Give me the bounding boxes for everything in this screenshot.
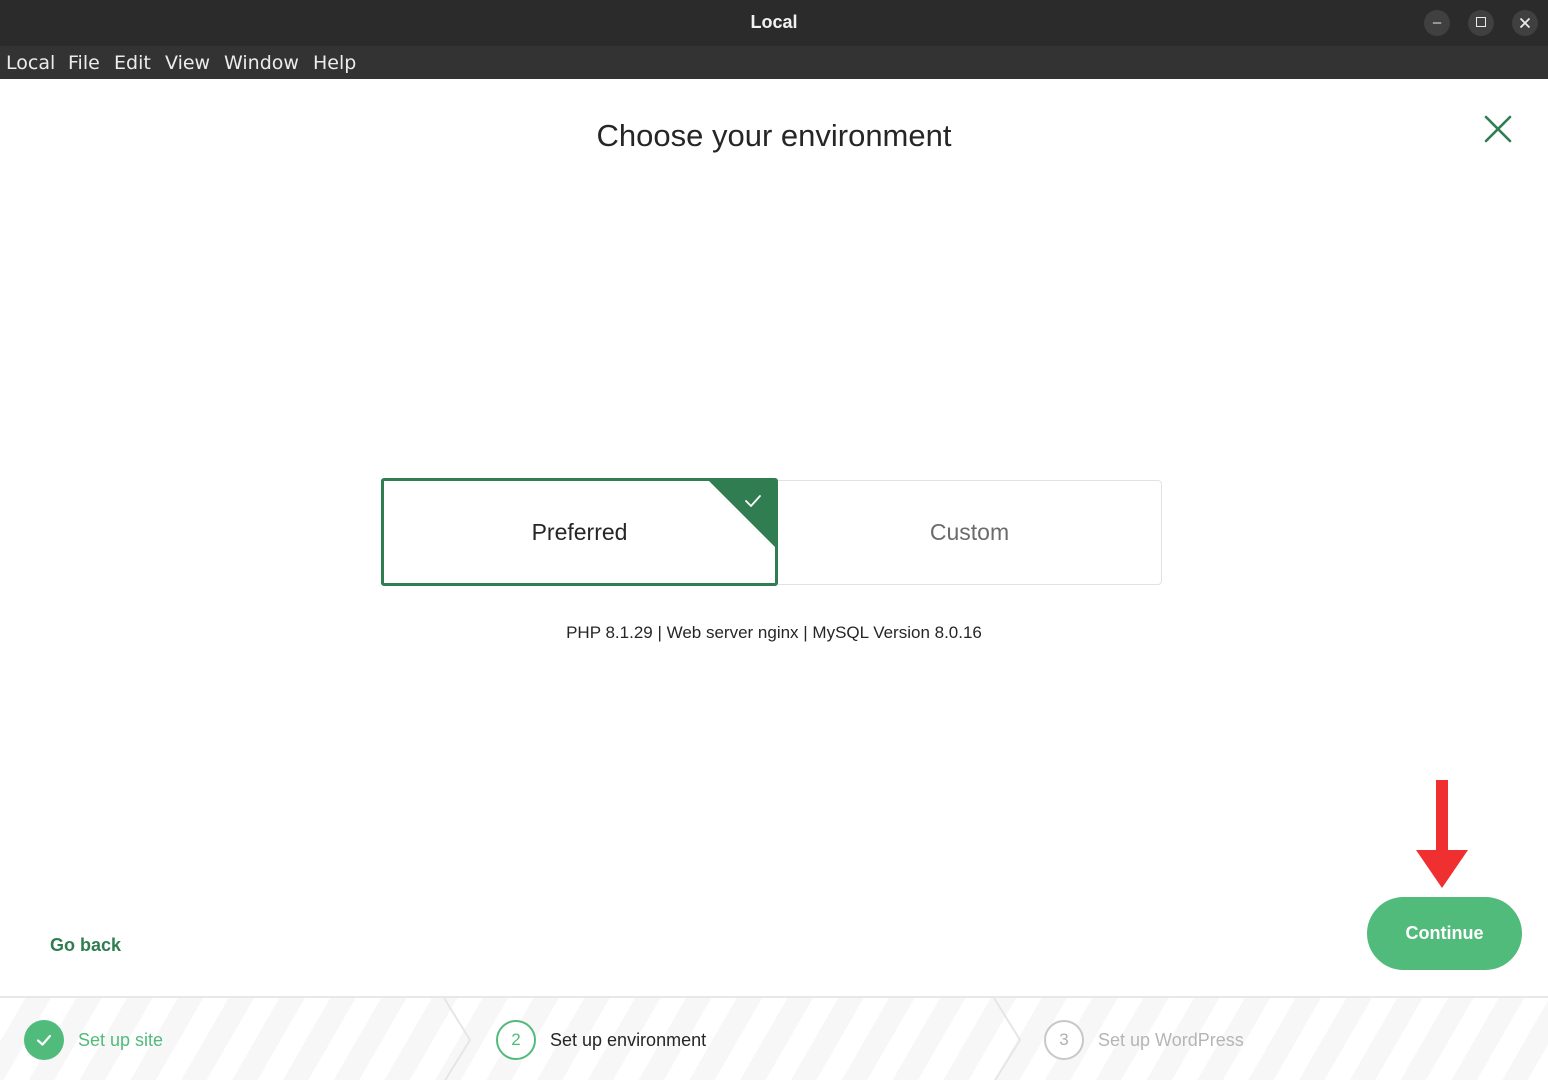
setup-steps-bar: Set up site 2 Set up environment 3 Set u… [0,996,1548,1080]
check-icon [709,481,775,547]
menu-help[interactable]: Help [313,52,356,74]
step-label: Set up site [78,1029,164,1050]
step-divider [993,998,1022,1080]
environment-details: PHP 8.1.29 | Web server nginx | MySQL Ve… [566,623,982,642]
minimize-button[interactable]: – [1424,10,1450,36]
menu-local[interactable]: Local [6,52,55,74]
page-title: Choose your environment [596,118,952,153]
step-set-up-site: Set up site [24,998,163,1080]
dialog-close-button[interactable] [1482,113,1514,145]
menu-window[interactable]: Window [224,52,299,74]
checkmark-icon [36,1034,52,1046]
step-set-up-environment: 2 Set up environment [496,998,706,1080]
window-title: Local [750,12,798,32]
step-label: Set up environment [550,1029,707,1050]
maximize-icon [1476,16,1486,27]
maximize-button[interactable] [1468,10,1494,36]
preferred-label: Preferred [531,518,628,545]
menu-edit[interactable]: Edit [114,52,151,74]
preferred-option[interactable]: Preferred [381,478,778,586]
close-icon [1484,115,1512,143]
custom-option[interactable]: Custom [778,480,1162,585]
step-number: 3 [1044,1020,1084,1060]
step-number: 2 [496,1020,536,1060]
step-set-up-wordpress: 3 Set up WordPress [1044,998,1244,1080]
menu-view[interactable]: View [165,52,210,74]
step-divider [443,998,472,1080]
menu-file[interactable]: File [68,52,100,74]
window-close-button[interactable] [1512,10,1538,36]
go-back-link[interactable]: Go back [50,935,121,956]
custom-label: Custom [929,519,1010,545]
continue-button[interactable]: Continue [1367,897,1522,970]
window-titlebar: Local – [0,0,1548,46]
red-arrow-annotation [1416,780,1468,888]
step-label: Set up WordPress [1098,1029,1244,1050]
step-complete-badge [24,1020,64,1060]
close-icon [1519,17,1531,29]
menu-bar: Local File Edit View Window Help [0,46,1548,79]
